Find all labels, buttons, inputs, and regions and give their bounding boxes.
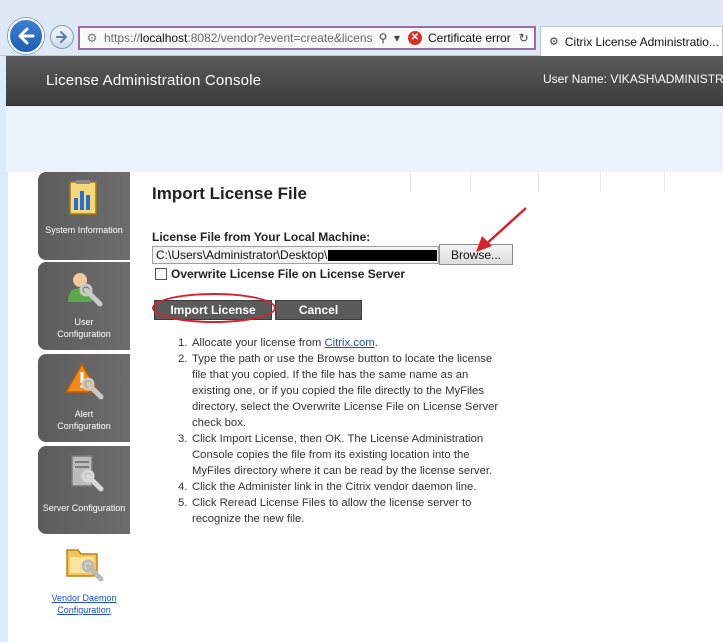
citrix-link[interactable]: Citrix.com <box>324 337 374 349</box>
sidebar-label: User <box>74 317 94 327</box>
list-item: 2. Type the path or use the Browse butto… <box>178 351 508 431</box>
dropdown-arrow-icon[interactable]: ▾ <box>390 31 404 45</box>
sidebar-label: Server Configuration <box>42 503 126 513</box>
folder-wrench-icon <box>66 549 104 582</box>
browser-tab[interactable]: ⚙ Citrix License Administratio... <box>540 26 723 56</box>
search-icon[interactable]: ⚲ <box>376 31 390 45</box>
redacted-text <box>328 250 437 261</box>
server-wrench-icon <box>71 455 104 492</box>
step-number: 2. <box>178 353 188 365</box>
certificate-error-icon[interactable]: ✕ <box>408 31 422 45</box>
import-license-button[interactable]: Import License <box>154 300 272 320</box>
step-number: 5. <box>178 497 188 509</box>
instructions-list: 1. Allocate your license from Citrix.com… <box>178 335 508 527</box>
url-prefix: https:// <box>104 31 141 45</box>
list-item: 4. Click the Administer link in the Citr… <box>178 479 508 495</box>
user-name: User Name: VIKASH\ADMINISTRA <box>543 72 723 86</box>
forward-button[interactable] <box>50 25 74 49</box>
overwrite-label: Overwrite License File on License Server <box>171 267 406 281</box>
step-number: 1. <box>178 337 188 349</box>
step-text: Type the path or use the Browse button t… <box>192 353 499 429</box>
sidebar-label: Vendor Daemon <box>51 593 117 603</box>
browse-button[interactable]: Browse... <box>439 244 513 265</box>
step-text: Click the Administer link in the Citrix … <box>192 481 477 493</box>
sidebar-item-server-configuration[interactable]: Server Configuration <box>38 446 130 534</box>
warning-wrench-icon <box>64 362 104 400</box>
sidebar-label: System Information <box>45 225 123 235</box>
step-text: . <box>374 337 378 349</box>
list-item: 5. Click Reread License Files to allow t… <box>178 495 508 527</box>
arrow-left-icon <box>18 27 35 45</box>
cancel-button[interactable]: Cancel <box>275 300 362 320</box>
refresh-icon[interactable]: ↻ <box>517 31 531 45</box>
page-title: Import License File <box>152 184 307 203</box>
step-text: Allocate your license from <box>192 337 325 349</box>
arrow-right-icon <box>56 31 67 43</box>
site-icon: ⚙ <box>86 31 98 45</box>
chart-report-icon <box>69 180 97 215</box>
tab-title: Citrix License Administratio... <box>564 34 719 49</box>
divider <box>538 172 539 192</box>
sidebar-label: Configuration <box>57 329 111 339</box>
url-host: localhost <box>140 31 188 45</box>
divider <box>664 172 665 192</box>
certificate-error-text[interactable]: Certificate error <box>428 31 511 45</box>
address-bar[interactable]: ⚙ https://localhost:8082/vendor?event=cr… <box>78 26 536 50</box>
divider <box>600 172 601 192</box>
user-wrench-icon <box>68 273 103 307</box>
sidebar-label: Configuration <box>57 421 111 431</box>
sidebar: System Information User Configuration Al… <box>38 172 130 642</box>
main-panel: Import License File License File from Yo… <box>130 172 723 642</box>
divider <box>410 172 411 192</box>
sidebar-item-user-configuration[interactable]: User Configuration <box>38 262 130 350</box>
sidebar-label: Configuration <box>57 605 111 615</box>
back-button[interactable] <box>8 18 44 54</box>
sidebar-item-vendor-daemon-configuration[interactable]: Vendor Daemon Configuration <box>38 536 130 624</box>
app-title: License Administration Console <box>46 72 262 89</box>
overwrite-checkbox[interactable] <box>155 268 167 280</box>
sidebar-item-system-information[interactable]: System Information <box>38 172 130 260</box>
step-text: Click Import License, then OK. The Licen… <box>192 433 493 477</box>
license-file-label: License File from Your Local Machine: <box>152 230 371 244</box>
app-header: License Administration Console User Name… <box>6 56 723 106</box>
url-rest: :8082/vendor?event=create&licens <box>187 31 373 45</box>
step-text: Click Reread License Files to allow the … <box>192 497 472 525</box>
divider <box>470 172 471 192</box>
sidebar-label: Alert <box>74 409 94 419</box>
list-item: 3. Click Import License, then OK. The Li… <box>178 431 508 479</box>
sidebar-item-alert-configuration[interactable]: Alert Configuration <box>38 354 130 442</box>
step-number: 3. <box>178 433 188 445</box>
step-number: 4. <box>178 481 188 493</box>
list-item: 1. Allocate your license from Citrix.com… <box>178 335 508 351</box>
header-spacer <box>6 106 723 172</box>
url-text[interactable]: https://localhost:8082/vendor?event=crea… <box>104 31 376 45</box>
browser-toolbar: ⚙ https://localhost:8082/vendor?event=cr… <box>0 0 723 56</box>
overwrite-option[interactable]: Overwrite License File on License Server <box>155 267 405 281</box>
site-icon: ⚙ <box>549 36 559 48</box>
